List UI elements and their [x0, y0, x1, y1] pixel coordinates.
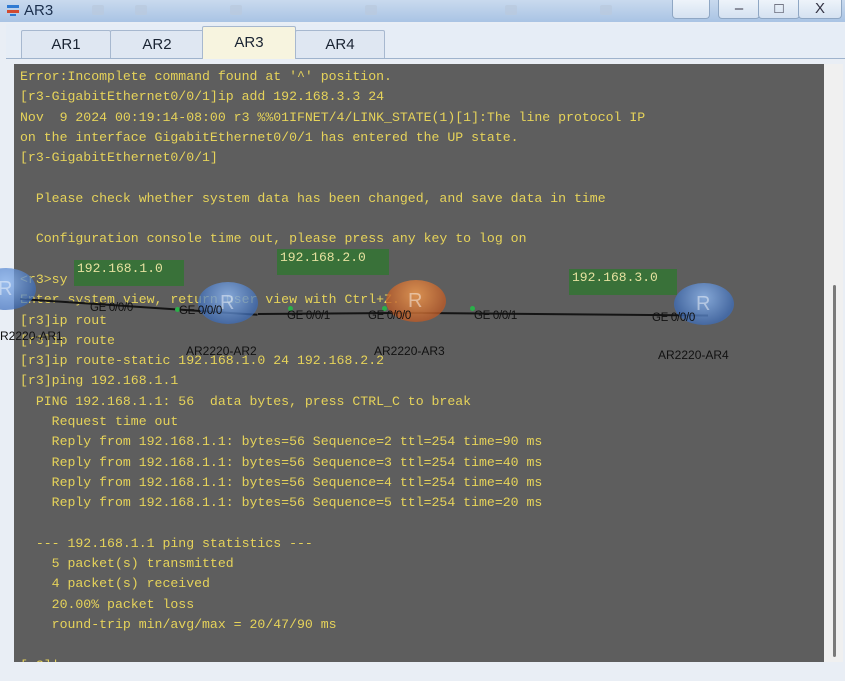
maximize-button[interactable]: □	[758, 0, 800, 19]
faded-toolbar-icon	[505, 5, 517, 15]
router-label: AR2220-AR4	[658, 348, 729, 362]
tab-ar4[interactable]: AR4	[295, 30, 385, 58]
session-tab-strip: AR1 AR2 AR3 AR4	[6, 24, 845, 59]
console-scrollbar-thumb[interactable]	[833, 285, 836, 657]
port-label: GE 0/0/0	[90, 302, 133, 314]
terminal-console[interactable]: Error:Incomplete command found at '^' po…	[14, 64, 824, 662]
tab-ar1[interactable]: AR1	[21, 30, 111, 58]
router-ar2-icon[interactable]: R	[198, 282, 258, 324]
restore-window-button[interactable]	[672, 0, 710, 19]
router-label: AR2220-AR3	[374, 344, 445, 358]
port-label: GE 0/0/1	[287, 310, 330, 322]
close-button[interactable]: X	[798, 0, 842, 19]
faded-toolbar-icon	[230, 5, 242, 15]
port-label: GE 0/0/0	[652, 312, 695, 324]
network-app-icon	[7, 5, 19, 16]
router-label: R2220-AR1	[0, 329, 63, 343]
minimize-button[interactable]: –	[718, 0, 760, 19]
faded-toolbar-icon	[92, 5, 104, 15]
tab-ar2[interactable]: AR2	[110, 30, 204, 58]
port-label: GE 0/0/1	[474, 310, 517, 322]
subnet-label: 192.168.3.0	[569, 269, 677, 295]
faded-toolbar-icon	[135, 5, 147, 15]
faded-toolbar-icon	[365, 5, 377, 15]
window-titlebar: AR3 – □ X	[0, 0, 845, 22]
window-title: AR3	[24, 2, 54, 19]
router-label: AR2220-AR2	[186, 344, 257, 358]
subnet-label: 192.168.1.0	[74, 260, 184, 286]
subnet-label: 192.168.2.0	[277, 249, 389, 275]
port-label: GE 0/0/0	[179, 305, 222, 317]
faded-toolbar-icon	[600, 5, 612, 15]
port-label: GE 0/0/0	[368, 310, 411, 322]
tab-ar3[interactable]: AR3	[202, 26, 296, 59]
console-output[interactable]: Error:Incomplete command found at '^' po…	[20, 67, 645, 662]
